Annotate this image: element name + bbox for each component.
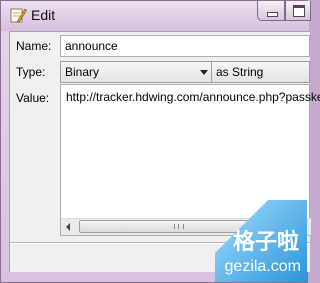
- watermark-brand-cn: 格子啦: [232, 230, 299, 255]
- watermark-brand-url: gezila.com: [224, 258, 301, 275]
- value-label: Value:: [16, 91, 50, 105]
- name-label: Name:: [16, 39, 52, 53]
- type-select[interactable]: Binary: [60, 61, 213, 83]
- type-select-value: Binary: [65, 65, 100, 79]
- maximize-button[interactable]: [285, 1, 311, 21]
- chevron-down-icon: [200, 70, 208, 75]
- watermark-logo: 格子啦 gezila.com: [215, 200, 307, 282]
- scrollbar-grip-icon: [174, 224, 184, 229]
- edit-dialog: Edit Name: announce Type: Binary as Stri…: [0, 0, 320, 283]
- window-title: Edit: [31, 7, 56, 23]
- format-select-value: as String: [216, 65, 264, 79]
- edit-pencil-icon: [10, 8, 27, 23]
- name-field[interactable]: announce: [60, 35, 310, 57]
- title-bar[interactable]: Edit: [1, 1, 311, 31]
- type-label: Type:: [16, 65, 46, 79]
- scroll-left-arrow-icon[interactable]: [61, 219, 78, 235]
- minimize-button[interactable]: [257, 1, 285, 21]
- value-text: http://tracker.hdwing.com/announce.php?p…: [66, 90, 320, 104]
- format-select[interactable]: as String: [211, 61, 310, 83]
